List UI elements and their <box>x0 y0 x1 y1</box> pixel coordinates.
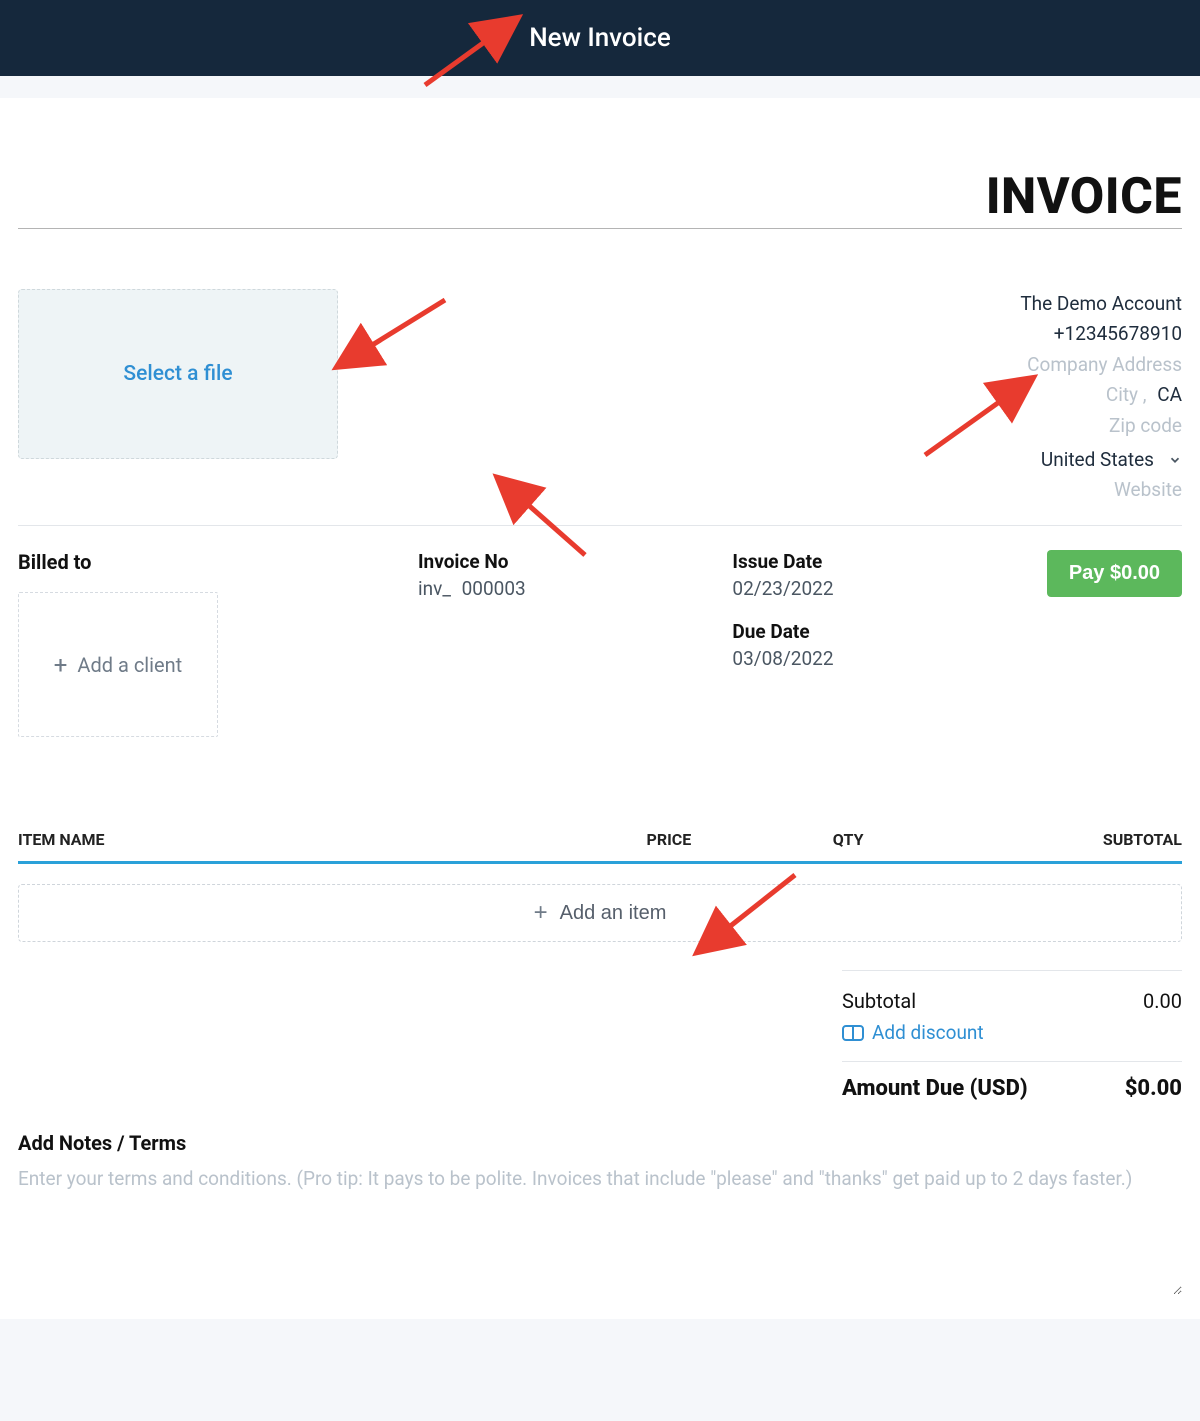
ticket-icon <box>842 1025 864 1041</box>
items-header-row: ITEM NAME PRICE QTY SUBTOTAL <box>18 830 1182 864</box>
notes-label: Add Notes / Terms <box>18 1131 1182 1155</box>
amount-due-value: $0.00 <box>1125 1076 1182 1101</box>
plus-icon: + <box>534 901 548 925</box>
invoice-page: INVOICE Select a file The Demo Account +… <box>0 98 1200 1319</box>
divider <box>18 525 1182 526</box>
page-header-title: New Invoice <box>529 23 671 53</box>
logo-upload-dropzone[interactable]: Select a file <box>18 289 338 459</box>
chevron-down-icon <box>1168 453 1182 467</box>
invoice-no-value[interactable]: inv_ 000003 <box>418 577 712 600</box>
invoice-no-prefix: inv_ <box>418 577 451 600</box>
invoice-no-number: 000003 <box>462 577 526 600</box>
totals-panel: Subtotal 0.00 Add discount Amount Due (U… <box>842 970 1182 1101</box>
company-address-input[interactable]: Company Address <box>1020 350 1182 380</box>
city-state-sep: , <box>1143 383 1147 406</box>
add-discount-label: Add discount <box>872 1021 984 1044</box>
col-qty: QTY <box>833 830 996 849</box>
add-item-label: Add an item <box>560 902 667 925</box>
company-phone[interactable]: +12345678910 <box>1020 319 1182 349</box>
company-info: The Demo Account +12345678910 Company Ad… <box>1020 289 1182 519</box>
subtotal-label: Subtotal <box>842 989 916 1013</box>
plus-icon: + <box>54 653 68 677</box>
company-city-input[interactable]: City <box>1106 383 1138 406</box>
top-bar: New Invoice <box>0 0 1200 76</box>
country-select[interactable]: United States <box>1041 445 1182 475</box>
amount-due-label: Amount Due (USD) <box>842 1076 1028 1101</box>
company-zip-input[interactable]: Zip code <box>1020 411 1182 441</box>
subtotal-value: 0.00 <box>1143 989 1182 1013</box>
company-state[interactable]: CA <box>1157 383 1182 406</box>
company-website-input[interactable]: Website <box>1020 475 1182 505</box>
issue-date-value[interactable]: 02/23/2022 <box>732 577 1026 600</box>
col-price: PRICE <box>647 830 833 849</box>
col-item-name: ITEM NAME <box>18 830 647 849</box>
pay-button[interactable]: Pay $0.00 <box>1047 550 1182 597</box>
billed-to-label: Billed to <box>18 550 398 574</box>
company-name[interactable]: The Demo Account <box>1020 289 1182 319</box>
add-discount-button[interactable]: Add discount <box>842 1021 984 1044</box>
col-subtotal: SUBTOTAL <box>996 830 1182 849</box>
add-client-button[interactable]: + Add a client <box>18 592 218 737</box>
due-date-value[interactable]: 03/08/2022 <box>732 647 1026 670</box>
logo-upload-label: Select a file <box>123 362 232 386</box>
add-client-label: Add a client <box>77 653 182 677</box>
add-item-button[interactable]: + Add an item <box>18 884 1182 942</box>
invoice-no-label: Invoice No <box>418 550 712 573</box>
issue-date-label: Issue Date <box>732 550 1026 573</box>
invoice-title: INVOICE <box>18 168 1182 229</box>
due-date-label: Due Date <box>732 620 1026 643</box>
notes-textarea[interactable] <box>18 1165 1182 1295</box>
country-label: United States <box>1041 445 1154 475</box>
